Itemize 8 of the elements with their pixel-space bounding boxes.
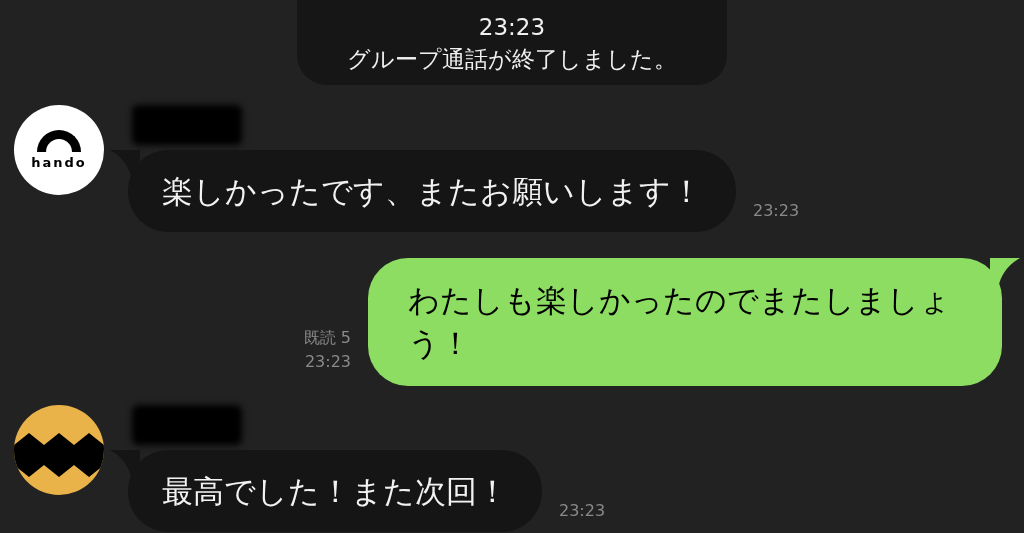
read-receipt: 既読 5 [303, 327, 351, 349]
arch-icon [37, 130, 81, 152]
message-time: 23:23 [559, 502, 606, 520]
system-time: 23:23 [478, 12, 546, 42]
message-time: 23:23 [753, 202, 800, 220]
avatar-logo-text: hando [31, 156, 87, 170]
message-time: 23:23 [304, 351, 351, 373]
system-text: グループ通話が終了しました。 [347, 44, 677, 74]
